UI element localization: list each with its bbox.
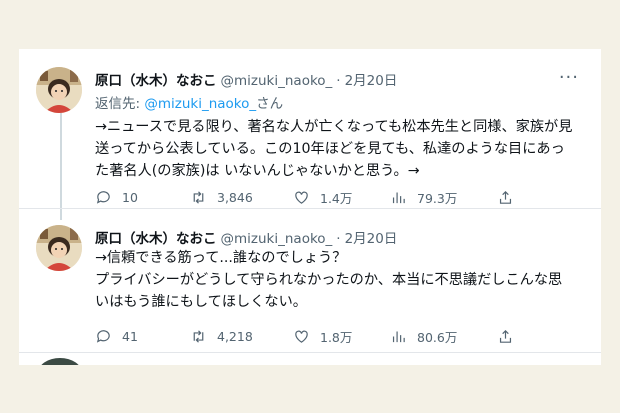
retweet-button[interactable]: 3,846 bbox=[190, 187, 253, 207]
tweet[interactable]: 原口（水木）なおこ @mizuki_naoko_ · 2月20日 ··· 返信先: @… bbox=[19, 49, 601, 208]
tweet-divider bbox=[19, 352, 601, 353]
tweet-header: 原口（水木）なおこ @mizuki_naoko_ · 2月20日 bbox=[95, 227, 397, 247]
tweet-date[interactable]: 2月20日 bbox=[345, 73, 398, 89]
like-button[interactable]: 1.4万 bbox=[293, 187, 352, 207]
retweet-icon bbox=[193, 190, 204, 204]
share-button[interactable] bbox=[497, 187, 524, 207]
reply-icon bbox=[96, 190, 110, 204]
tweet-text-line: →ニュースで見る限り、著名な人が亡くなっても松本先生と同様、家族が見 bbox=[95, 119, 573, 135]
views-button[interactable]: 79.3万 bbox=[390, 187, 457, 207]
like-count: 1.8万 bbox=[320, 329, 353, 345]
tweet-text-line: プライバシーがどうして守られなかったのか、本当に不思議だしこんな思 bbox=[95, 272, 563, 288]
tweet-text: →ニュースで見る限り、著名な人が亡くなっても松本先生と同様、家族が見 送ってから… bbox=[95, 116, 589, 182]
tweet-thread-card: 原口（水木）なおこ @mizuki_naoko_ · 2月20日 ··· 返信先: @… bbox=[19, 49, 601, 365]
like-button[interactable]: 1.8万 bbox=[293, 326, 352, 346]
tweet-header: 原口（水木）なおこ @mizuki_naoko_ · 2月20日 bbox=[95, 69, 397, 89]
tweet-text-line: た著名人(の家族)は いないんじゃないかと思う。→ bbox=[95, 163, 420, 179]
like-count: 1.4万 bbox=[320, 190, 353, 206]
share-button[interactable] bbox=[497, 326, 524, 346]
tweet-text: →信頼できる筋って...誰なのでしょう？ プライバシーがどうして守られなかったの… bbox=[95, 247, 589, 313]
share-icon bbox=[499, 190, 512, 204]
avatar[interactable] bbox=[36, 67, 82, 113]
reply-to-line: 返信先: @mizuki_naoko_さん bbox=[95, 92, 283, 112]
retweet-icon bbox=[193, 329, 204, 343]
tweet-text-line: いはもう誰にもしてほしくない。 bbox=[95, 294, 307, 310]
tweet-actions: 10 3,846 1.4万 79.3万 bbox=[95, 187, 515, 207]
reply-to-prefix: 返信先: bbox=[95, 96, 145, 112]
retweet-button[interactable]: 4,218 bbox=[190, 326, 253, 346]
tweet-text-line: 送ってから公表している。この10年ほどを見ても、私達のような目にあっ bbox=[95, 141, 565, 157]
reply-count: 10 bbox=[122, 189, 138, 205]
separator-dot: · bbox=[336, 231, 341, 247]
reply-icon bbox=[96, 329, 110, 343]
author-name[interactable]: 原口（水木）なおこ bbox=[95, 231, 217, 247]
author-handle[interactable]: @mizuki_naoko_ bbox=[221, 231, 333, 247]
more-dots-icon[interactable]: ··· bbox=[559, 69, 579, 87]
reply-button[interactable]: 10 bbox=[95, 187, 138, 207]
view-count: 79.3万 bbox=[417, 190, 458, 206]
views-icon bbox=[392, 192, 405, 203]
reply-to-suffix: さん bbox=[256, 96, 284, 112]
views-button[interactable]: 80.6万 bbox=[390, 326, 457, 346]
tweet-actions: 41 4,218 1.8万 80.6万 bbox=[95, 326, 515, 346]
views-icon bbox=[392, 331, 405, 342]
reply-button[interactable]: 41 bbox=[95, 326, 138, 346]
author-name[interactable]: 原口（水木）なおこ bbox=[95, 73, 217, 89]
avatar[interactable] bbox=[38, 358, 82, 365]
like-icon bbox=[295, 330, 308, 343]
avatar[interactable] bbox=[36, 225, 82, 271]
retweet-count: 4,218 bbox=[217, 328, 253, 344]
separator-dot: · bbox=[336, 73, 341, 89]
tweet-date[interactable]: 2月20日 bbox=[345, 231, 398, 247]
tweet-text-line: →信頼できる筋って...誰なのでしょう？ bbox=[95, 250, 347, 266]
author-handle[interactable]: @mizuki_naoko_ bbox=[221, 73, 333, 89]
share-icon bbox=[499, 329, 512, 343]
tweet[interactable]: 原口（水木）なおこ @mizuki_naoko_ · 2月20日 →信頼できる筋って.… bbox=[19, 209, 601, 352]
like-icon bbox=[295, 191, 308, 204]
view-count: 80.6万 bbox=[417, 329, 458, 345]
reply-to-mention[interactable]: @mizuki_naoko_ bbox=[144, 96, 256, 112]
reply-count: 41 bbox=[122, 328, 138, 344]
retweet-count: 3,846 bbox=[217, 189, 253, 205]
